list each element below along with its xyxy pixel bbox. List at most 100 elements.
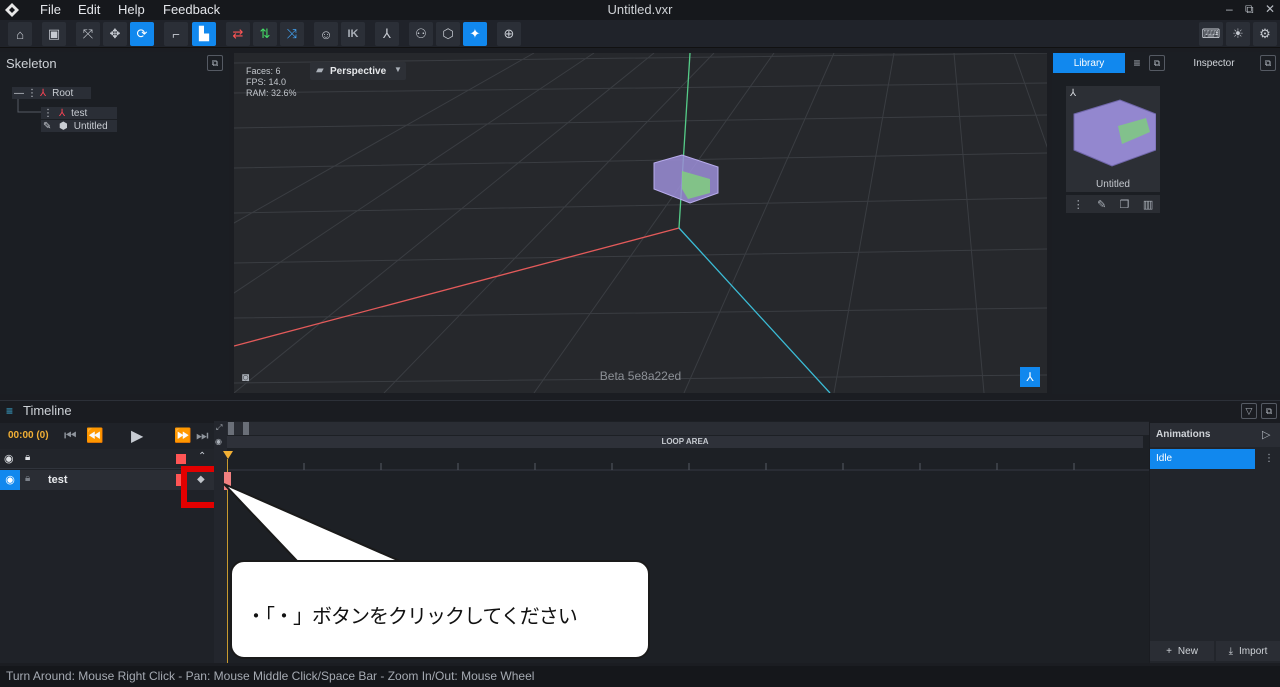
toolbar: ⌂ ▣ ⤧ ✥ ⟳ ⌐ ▙ ⇄ ⇅ ⤨ ☺ IK ⅄ ⚇ ⬡ ✦ ⊕ ⌨ ☀ ⚙ [0,20,1280,48]
trash-icon[interactable]: ▥ [1143,198,1153,211]
timeline-scrollbar[interactable] [227,422,1149,435]
track-lock-icon[interactable]: 🔒︎ [25,473,30,484]
library-item-thumbnail [1073,99,1156,167]
tree-mesh-label: Untitled [73,120,108,132]
add-keyframe-button[interactable]: ◆ [197,474,205,485]
status-bar: Turn Around: Mouse Right Click - Pan: Mo… [0,666,1280,687]
tree-root-row[interactable]: — ⋮ ⅄ Root [12,87,91,99]
timeline-filter-button[interactable]: ▽ [1241,403,1257,419]
home-button[interactable]: ⌂ [8,22,32,46]
play-button[interactable]: ▶ [131,426,143,446]
fps-stat: FPS: 14.0 [246,77,287,87]
tree-mesh-row[interactable]: ✎ ⬢ Untitled [41,120,117,132]
joint-icon: ⅄ [383,26,391,41]
library-popout-button[interactable]: ⧉ [1149,55,1165,71]
playhead-marker[interactable] [222,451,236,463]
skeleton-popout-button[interactable]: ⧉ [207,55,223,71]
vertical-swap-icon: ⇅ [259,26,271,41]
camera-icon: ▰ [316,65,324,76]
menubar: File Edit Help Feedback Untitled.vxr – ⧉… [0,0,1280,20]
loop-area-bar[interactable]: LOOP AREA [227,436,1143,448]
plus-icon: + [1166,645,1172,657]
first-frame-button[interactable]: ⏮ [64,427,77,444]
bone-mode-button[interactable]: ⌐ [164,22,188,46]
more-icon[interactable]: ⋮ [1073,198,1084,211]
expand-icon[interactable]: ⤢ [216,423,222,433]
build-version: Beta 5e8a22ed [599,369,682,383]
last-frame-button[interactable]: ⏭ [196,427,209,444]
swap-button[interactable]: ⇄ [226,22,250,46]
import-label: Import [1239,645,1268,657]
timeline-ruler [227,463,1149,471]
library-menu-button[interactable]: ≡ [1128,53,1146,73]
callout-box: ・「・」ボタンをクリックしてください [230,560,650,659]
import-animation-button[interactable]: ⤓ Import [1216,641,1280,661]
library-item-card[interactable]: ⅄ Untitled [1066,86,1160,192]
drag-handle-icon: ⋮ [27,87,37,99]
tab-library[interactable]: Library [1053,53,1125,73]
swap-icon: ⇄ [232,26,244,41]
3d-viewport[interactable]: Faces: 6 FPS: 14.0 RAM: 32.6% ▰ Perspect… [234,53,1047,393]
close-button[interactable]: ✕ [1265,2,1275,16]
track-visibility-button[interactable]: ◉ [0,470,20,490]
new-label: New [1177,645,1198,657]
diagonal-swap-button[interactable]: ⤨ [280,22,304,46]
timeline-time: 00:00 (0) [8,430,49,441]
spark-button[interactable]: ✦ [463,22,487,46]
tree-child-label: test [71,107,88,119]
save-button[interactable]: ▣ [42,22,66,46]
x-axis-line [234,227,680,347]
bone-icon: ⅄ [59,107,66,119]
drag-handle-icon: ⋮ [43,107,53,119]
pose-button[interactable]: ☺ [314,22,338,46]
bone-select-button[interactable]: ▙ [192,22,216,46]
edit-icon[interactable]: ✎ [1097,198,1106,211]
settings-button[interactable]: ⚙ [1253,22,1277,46]
vertical-swap-button[interactable]: ⇅ [253,22,277,46]
library-panel: Library ≡ ⧉ Inspector ⧉ ⅄ Untitled ⋮ ✎ ❐… [1052,52,1280,394]
tree-child-row[interactable]: ⋮ ⅄ test [41,107,117,119]
keyframe-color-marker [176,454,186,464]
animations-panel: Animations ▷ Idle ⋮ + New ⤓ Import [1150,423,1280,663]
move-icon: ✥ [109,26,121,41]
inspector-popout-button[interactable]: ⧉ [1260,55,1276,71]
ik-button[interactable]: IK [341,22,365,46]
hierarchy-button[interactable]: ⚇ [409,22,433,46]
animation-menu-icon[interactable]: ⋮ [1264,453,1274,464]
tab-inspector[interactable]: Inspector [1176,53,1252,73]
next-frame-button[interactable]: ⏩ [174,427,191,444]
rotate-button[interactable]: ⟳ [130,22,154,46]
visibility-icon[interactable]: ◉ [215,437,222,446]
timeline-popout-button[interactable]: ⧉ [1261,403,1277,419]
camera-mode-label: Perspective [330,65,387,77]
maximize-button[interactable]: ⧉ [1245,2,1254,17]
scale-button[interactable]: ⤧ [76,22,100,46]
chevron-down-icon: ▼ [394,65,402,74]
chevron-up-icon[interactable]: ⌃ [198,451,206,462]
bone-icon: ⌐ [172,26,180,42]
camera-mode-dropdown[interactable]: ▰ Perspective ▼ [310,62,406,80]
joint-button[interactable]: ⅄ [375,22,399,46]
library-item-label: Untitled [1096,179,1130,190]
pose-icon: ☺ [319,26,333,42]
target-button[interactable]: ⊕ [497,22,521,46]
axis-gizmo-button[interactable]: ⅄ [1020,367,1040,387]
cube-button[interactable]: ⬡ [436,22,460,46]
new-animation-button[interactable]: + New [1150,641,1214,661]
eye-icon[interactable]: ◉ [4,452,14,465]
animation-item-idle[interactable]: Idle [1150,449,1255,469]
timeline-title: Timeline [23,403,72,418]
mesh-cube [653,154,719,204]
scroll-handle-right[interactable] [243,422,249,435]
play-animation-button[interactable]: ▷ [1262,428,1270,441]
lock-icon[interactable]: 🔒︎ [25,452,30,463]
screenshot-button[interactable]: ◙ [242,370,260,384]
prev-frame-button[interactable]: ⏪ [86,427,103,444]
scroll-handle-left[interactable] [228,422,234,435]
keyboard-button[interactable]: ⌨ [1199,22,1223,46]
move-button[interactable]: ✥ [103,22,127,46]
duplicate-icon[interactable]: ❐ [1120,198,1130,211]
minimize-button[interactable]: – [1226,2,1233,16]
hierarchy-icon: ⚇ [415,26,427,41]
light-button[interactable]: ☀ [1226,22,1250,46]
